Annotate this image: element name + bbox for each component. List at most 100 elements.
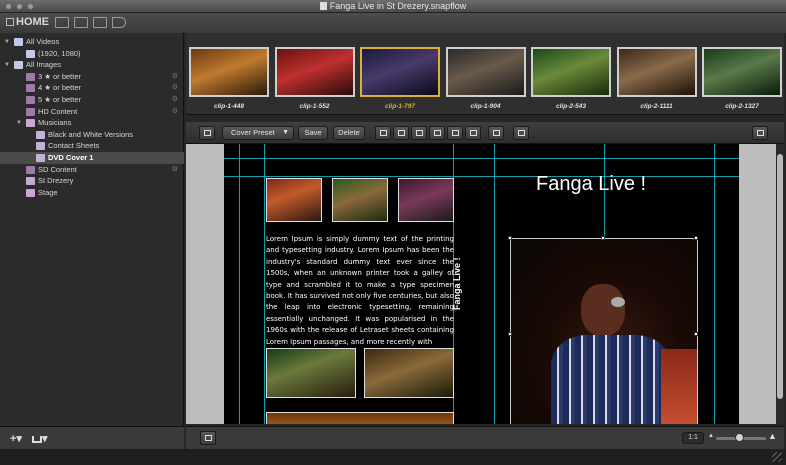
canvas-vertical-scrollbar[interactable] bbox=[776, 144, 784, 424]
thumbnail-photo[interactable] bbox=[332, 178, 388, 222]
align-left-icon[interactable] bbox=[429, 126, 445, 140]
sidebar-footer: +▾ ▾ bbox=[0, 426, 184, 449]
scroll-thumb[interactable] bbox=[777, 154, 783, 399]
sidebar-item[interactable]: HD Content ⚙ bbox=[0, 106, 184, 118]
layout-canvas[interactable]: Lorem Ipsum is simply dummy text of the … bbox=[186, 144, 776, 424]
export-mode-icon[interactable] bbox=[112, 17, 126, 28]
sidebar-item[interactable]: Stage bbox=[0, 187, 184, 199]
preset-dropdown[interactable]: Cover Preset ▼ bbox=[222, 126, 294, 140]
gear-icon[interactable]: ⚙ bbox=[172, 164, 178, 176]
bar-chart-icon bbox=[32, 436, 42, 443]
zoom-in-icon[interactable]: ▲ bbox=[768, 431, 777, 441]
sidebar-item[interactable]: ▼ All Images bbox=[0, 59, 184, 71]
sidebar-item[interactable]: ▼ All Videos bbox=[0, 36, 184, 48]
inspector-icon[interactable] bbox=[752, 126, 768, 140]
thumbnail-photo[interactable] bbox=[398, 178, 454, 222]
clip-thumbnail[interactable] bbox=[531, 47, 611, 97]
sidebar-item[interactable]: 5 ★ or better ⚙ bbox=[0, 94, 184, 106]
frame-tool-icon[interactable] bbox=[375, 126, 391, 140]
band-photo[interactable] bbox=[266, 348, 356, 398]
clip-thumbnail[interactable] bbox=[616, 47, 697, 97]
clip-thumbnail[interactable] bbox=[274, 47, 355, 97]
clip-label: clip-1-552 bbox=[299, 103, 330, 110]
gear-icon[interactable]: ⚙ bbox=[172, 94, 178, 106]
clip-thumbnail[interactable] bbox=[189, 47, 269, 97]
sidebar-item[interactable]: Black and White Versions bbox=[0, 129, 184, 141]
disclosure-triangle-icon[interactable]: ▼ bbox=[4, 36, 10, 48]
disclosure-triangle-icon[interactable]: ▼ bbox=[16, 117, 22, 129]
title-bar: Fanga Live in St Drezery.snapflow bbox=[0, 0, 786, 13]
background-light bbox=[661, 349, 697, 424]
thumbnail-photo[interactable] bbox=[266, 178, 322, 222]
sidebar-item-label: St Drezery bbox=[38, 176, 74, 186]
resize-grip-icon[interactable] bbox=[772, 452, 782, 462]
sidebar-item-label: Musicians bbox=[38, 118, 72, 128]
smart-album-icon bbox=[26, 107, 35, 116]
band-photo[interactable] bbox=[364, 348, 454, 398]
guide-line bbox=[224, 176, 739, 177]
resize-handle[interactable] bbox=[694, 236, 698, 240]
home-icon bbox=[6, 18, 14, 26]
spine-title[interactable]: Fanga Live ! bbox=[452, 257, 462, 310]
align-bottom-icon[interactable] bbox=[465, 126, 481, 140]
page-setup-icon[interactable] bbox=[199, 126, 215, 140]
album-icon bbox=[36, 130, 45, 139]
folder-icon bbox=[26, 177, 35, 186]
sidebar-item[interactable]: St Drezery bbox=[0, 175, 184, 187]
window-title: Fanga Live in St Drezery.snapflow bbox=[0, 1, 786, 11]
layout-toolbar: Cover Preset ▼ Save Delete bbox=[186, 122, 784, 144]
band-photo[interactable] bbox=[266, 412, 454, 424]
inspect-mode-icon[interactable] bbox=[93, 17, 107, 28]
sidebar-item[interactable]: 4 ★ or better ⚙ bbox=[0, 82, 184, 94]
clip-thumbnail[interactable] bbox=[702, 47, 782, 97]
zoom-out-icon[interactable]: ▲ bbox=[708, 433, 714, 439]
clip-thumbnail[interactable] bbox=[360, 47, 440, 97]
sidebar-item-label: HD Content bbox=[38, 106, 78, 116]
trash-icon[interactable] bbox=[513, 126, 529, 140]
sidebar-item[interactable]: ▼ Musicians bbox=[0, 117, 184, 129]
disclosure-triangle-icon[interactable]: ▼ bbox=[4, 59, 10, 71]
delete-button[interactable]: Delete bbox=[333, 126, 365, 140]
add-album-button[interactable]: +▾ bbox=[10, 432, 22, 445]
clip-thumbnail[interactable] bbox=[445, 47, 526, 97]
resize-handle[interactable] bbox=[508, 236, 512, 240]
zoom-actual-size-button[interactable]: 1:1 bbox=[682, 432, 704, 444]
resize-handle[interactable] bbox=[508, 332, 512, 336]
save-button[interactable]: Save bbox=[298, 126, 328, 140]
view-options-button[interactable]: ▾ bbox=[32, 432, 48, 445]
home-button[interactable]: HOME bbox=[6, 16, 49, 28]
gear-icon[interactable]: ⚙ bbox=[172, 71, 178, 83]
gear-icon[interactable]: ⚙ bbox=[172, 82, 178, 94]
chevron-down-icon: ▼ bbox=[282, 129, 289, 136]
main-toolbar: HOME bbox=[0, 13, 786, 33]
movie-mode-icon[interactable] bbox=[55, 17, 69, 28]
sidebar-item[interactable]: DVD Cover 1 bbox=[0, 152, 184, 164]
view-options-label: ▾ bbox=[42, 433, 48, 445]
sidebar-item[interactable]: (1920, 1080) bbox=[0, 48, 184, 60]
layout-mode-icon[interactable] bbox=[74, 17, 88, 28]
status-bar bbox=[0, 449, 786, 465]
arrange-icon[interactable] bbox=[488, 126, 504, 140]
resize-handle[interactable] bbox=[694, 332, 698, 336]
sidebar-item[interactable]: Contact Sheets bbox=[0, 140, 184, 152]
print-icon[interactable] bbox=[200, 431, 216, 445]
cover-page[interactable]: Lorem Ipsum is simply dummy text of the … bbox=[224, 144, 739, 424]
cover-photo[interactable] bbox=[510, 238, 698, 424]
body-text-block[interactable]: Lorem Ipsum is simply dummy text of the … bbox=[266, 234, 454, 348]
resize-handle[interactable] bbox=[601, 236, 605, 240]
image-frame-icon[interactable] bbox=[393, 126, 409, 140]
sidebar-item[interactable]: SD Content ⚙ bbox=[0, 164, 184, 176]
zoom-slider-thumb[interactable] bbox=[734, 433, 744, 442]
align-center-icon[interactable] bbox=[447, 126, 463, 140]
sidebar-item-label: Black and White Versions bbox=[48, 129, 134, 139]
sidebar-item[interactable]: 3 ★ or better ⚙ bbox=[0, 71, 184, 83]
text-frame-icon[interactable] bbox=[411, 126, 427, 140]
singer-shirt bbox=[551, 335, 671, 424]
guide-line bbox=[494, 144, 495, 424]
gear-icon[interactable]: ⚙ bbox=[172, 106, 178, 118]
document-icon bbox=[319, 2, 327, 10]
preset-label: Cover Preset bbox=[231, 128, 275, 137]
sidebar-item-label: DVD Cover 1 bbox=[48, 153, 94, 162]
smart-album-icon bbox=[26, 72, 35, 81]
cover-title[interactable]: Fanga Live ! bbox=[536, 173, 646, 196]
